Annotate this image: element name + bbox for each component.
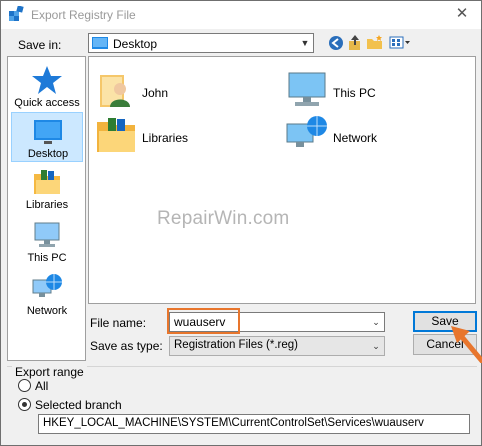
save-as-type-value: Registration Files (*.reg): [174, 339, 298, 351]
file-item-label: Libraries: [142, 131, 189, 145]
cancel-button[interactable]: Cancel: [413, 334, 477, 355]
radio-all-label: All: [35, 379, 49, 393]
libraries-icon: [97, 118, 135, 152]
back-icon: [329, 36, 343, 50]
user-folder-icon: [100, 75, 130, 107]
export-registry-dialog: Export Registry File ✕ Save in: Desktop …: [0, 0, 482, 446]
chevron-down-icon[interactable]: ⌄: [370, 316, 382, 328]
watermark-text: RepairWin.com: [157, 208, 290, 229]
export-range-title: Export range: [12, 365, 87, 379]
desktop-icon: [34, 120, 62, 144]
title-bar: Export Registry File ✕: [1, 1, 481, 29]
places-bar: Quick access Desktop Libraries This PC N…: [7, 56, 86, 361]
places-item-label: Libraries: [25, 199, 69, 211]
save-as-type-dropdown[interactable]: Registration Files (*.reg) ⌄: [169, 336, 385, 356]
save-in-value: Desktop: [113, 37, 158, 51]
file-name-input[interactable]: wuauserv ⌄: [169, 312, 385, 332]
file-list-view[interactable]: John This PC Libraries Network: [88, 56, 476, 304]
computer-icon: [34, 222, 60, 247]
places-item-label: Desktop: [27, 148, 69, 160]
libraries-icon: [34, 170, 60, 194]
file-item-label: Network: [333, 131, 378, 145]
file-item-this-pc[interactable]: This PC: [285, 67, 445, 115]
file-item-libraries[interactable]: Libraries: [94, 112, 254, 160]
close-button[interactable]: ✕: [453, 5, 471, 23]
create-new-folder-button[interactable]: [365, 33, 385, 53]
file-item-label: John: [142, 86, 169, 100]
registry-editor-icon: [9, 6, 24, 21]
view-menu-icon: [389, 36, 410, 49]
places-item-label: This PC: [27, 252, 67, 264]
view-menu-button[interactable]: [387, 33, 413, 53]
back-button[interactable]: [326, 33, 346, 53]
file-name-label: File name:: [90, 316, 147, 330]
selected-branch-input[interactable]: HKEY_LOCAL_MACHINE\SYSTEM\CurrentControl…: [38, 414, 470, 434]
file-item-john[interactable]: John: [94, 67, 254, 115]
places-item-desktop[interactable]: Desktop: [11, 112, 83, 162]
desktop-folder-icon: [92, 37, 108, 49]
places-item-quick-access[interactable]: Quick access: [11, 62, 83, 112]
save-button[interactable]: Save: [413, 311, 477, 332]
file-item-label: This PC: [333, 86, 376, 100]
star-icon: [32, 66, 62, 94]
network-icon: [286, 116, 327, 147]
new-folder-icon: [367, 35, 382, 49]
file-name-value: wuauserv: [174, 315, 226, 329]
places-item-label: Quick access: [14, 97, 80, 109]
up-one-level-button[interactable]: [345, 33, 365, 53]
close-icon: ✕: [455, 5, 469, 22]
radio-all-circle[interactable]: [18, 379, 31, 392]
places-item-this-pc[interactable]: This PC: [11, 217, 83, 267]
save-as-type-label: Save as type:: [90, 339, 163, 353]
places-item-libraries[interactable]: Libraries: [11, 164, 83, 214]
radio-selected-branch-label: Selected branch: [35, 398, 122, 412]
radio-selected-branch-circle[interactable]: [18, 398, 31, 411]
places-item-label: Network: [26, 305, 68, 317]
chevron-down-icon: ▼: [300, 38, 310, 48]
up-folder-icon: [349, 35, 360, 50]
file-item-network[interactable]: Network: [285, 112, 445, 160]
places-item-network[interactable]: Network: [11, 270, 83, 320]
save-in-label: Save in:: [18, 38, 62, 52]
computer-icon: [288, 72, 326, 106]
window-title: Export Registry File: [31, 8, 136, 22]
save-in-dropdown[interactable]: Desktop ▼: [88, 33, 314, 53]
network-icon: [32, 274, 62, 297]
chevron-down-icon: ⌄: [372, 341, 380, 351]
